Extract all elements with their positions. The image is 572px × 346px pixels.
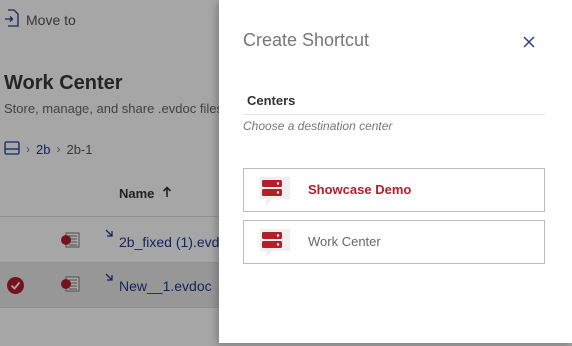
create-shortcut-dialog: Create Shortcut Centers Choose a destina… bbox=[219, 0, 572, 343]
center-server-icon bbox=[258, 175, 292, 212]
centers-section-title: Centers bbox=[247, 93, 296, 108]
center-option-showcase-demo[interactable]: Showcase Demo bbox=[243, 168, 545, 212]
center-name: Showcase Demo bbox=[308, 182, 412, 197]
centers-hint: Choose a destination center bbox=[243, 119, 393, 133]
close-button[interactable] bbox=[519, 34, 539, 54]
center-option-work-center[interactable]: Work Center bbox=[243, 220, 545, 264]
section-divider bbox=[243, 114, 545, 115]
center-name: Work Center bbox=[308, 234, 381, 249]
center-server-icon bbox=[258, 227, 292, 264]
dialog-title: Create Shortcut bbox=[243, 30, 370, 50]
close-icon bbox=[523, 35, 535, 53]
